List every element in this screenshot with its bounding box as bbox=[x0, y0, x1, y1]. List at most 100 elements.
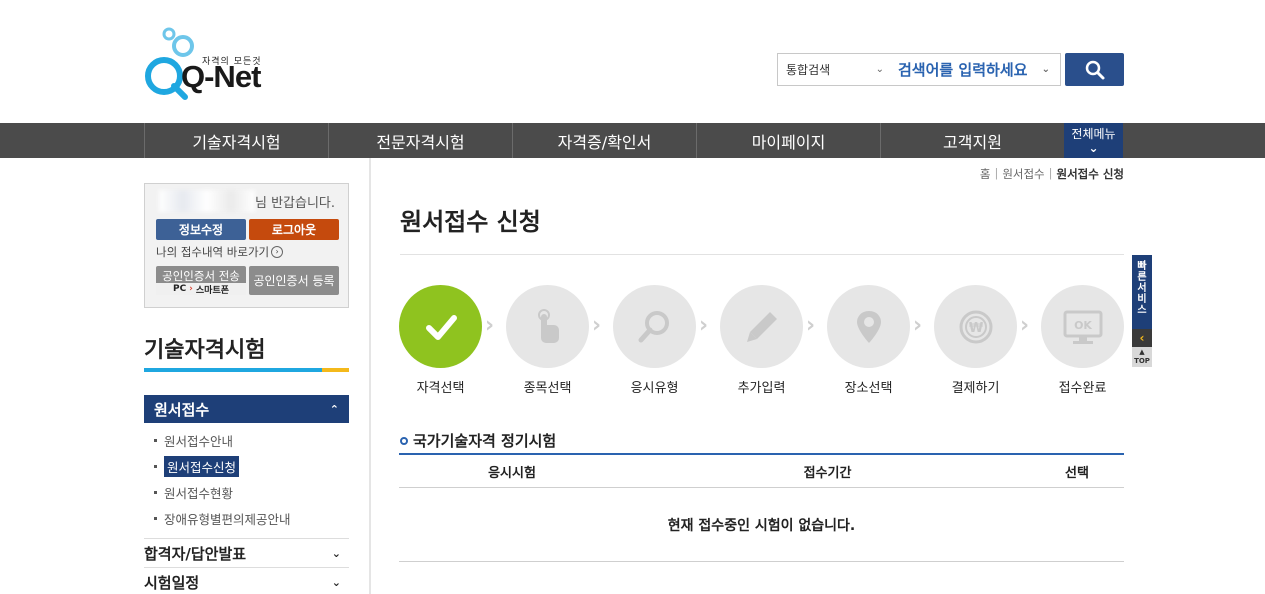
chevron-right-icon: › bbox=[913, 313, 923, 338]
nav-item-certificate[interactable]: 자격증/확인서 bbox=[512, 123, 696, 158]
bullet-icon bbox=[154, 439, 157, 442]
section-underline bbox=[144, 368, 349, 372]
scroll-top-button[interactable]: ▲ TOP bbox=[1132, 347, 1152, 367]
breadcrumb-home[interactable]: 홈 bbox=[980, 166, 991, 182]
sidebar-subitem-status[interactable]: 원서접수현황 bbox=[154, 483, 233, 502]
breadcrumb: 홈 | 원서접수 | 원서접수 신청 bbox=[980, 166, 1124, 182]
breadcrumb-application[interactable]: 원서접수 bbox=[1002, 166, 1044, 182]
site-header: 자격의 모든것 Q-Net 통합검색 ⌄ 검색어를 입력하세요 ⌄ bbox=[0, 0, 1265, 123]
nav-item-support[interactable]: 고객지원 bbox=[880, 123, 1064, 158]
chevron-right-circle-icon: › bbox=[271, 246, 284, 258]
location-pin-icon bbox=[856, 310, 881, 343]
step-payment: ₩ 결제하기 bbox=[934, 285, 1017, 396]
chevron-right-icon: › bbox=[592, 313, 602, 338]
chevron-down-icon: ⌄ bbox=[1041, 64, 1050, 75]
sidebar-subitem-label: 장애유형별편의제공안내 bbox=[164, 512, 291, 527]
step-qualification: 자격선택 bbox=[399, 285, 482, 396]
sidebar-subitem-label: 원서접수현황 bbox=[164, 486, 234, 501]
svg-text:OK: OK bbox=[1074, 319, 1092, 332]
step-complete: OK 접수완료 bbox=[1041, 285, 1124, 396]
nav-item-pro-exam[interactable]: 전문자격시험 bbox=[328, 123, 512, 158]
top-label: TOP bbox=[1134, 357, 1150, 365]
left-panel: 님 반갑습니다. 정보수정 로그아웃 나의 접수내역 바로가기 › 공인인증서 … bbox=[0, 158, 371, 594]
column-header-period: 접수기간 bbox=[803, 465, 852, 481]
redacted-username bbox=[159, 190, 255, 212]
cert-send-button[interactable]: 공인인증서 전송 PC › 스마트폰 bbox=[156, 266, 246, 296]
check-icon bbox=[425, 314, 457, 340]
sidebar-subitem-label: 원서접수안내 bbox=[164, 434, 234, 449]
step-label: 종목선택 bbox=[523, 381, 572, 396]
hand-pointer-icon bbox=[537, 308, 559, 343]
won-coin-icon: ₩ bbox=[959, 310, 992, 343]
edit-info-button[interactable]: 정보수정 bbox=[156, 219, 246, 240]
breadcrumb-separator: | bbox=[1048, 166, 1053, 180]
progress-steps: 자격선택 › 종목선택 › 응시유형 › 추가입력 › 장소선택 › ₩ 결제하… bbox=[399, 285, 1124, 396]
logo-brand: Q-Net bbox=[181, 59, 261, 94]
my-history-label: 나의 접수내역 바로가기 bbox=[156, 245, 270, 259]
table-header-row: 응시시험 접수기간 선택 bbox=[399, 453, 1124, 488]
bullet-icon bbox=[154, 491, 157, 494]
step-label: 응시유형 bbox=[630, 381, 679, 396]
search-button[interactable] bbox=[1065, 53, 1124, 86]
my-history-link[interactable]: 나의 접수내역 바로가기 › bbox=[156, 244, 284, 260]
search-category-select[interactable]: 통합검색 ⌄ bbox=[778, 54, 892, 85]
magnifier-icon bbox=[638, 310, 669, 342]
table-empty-message: 현재 접수중인 시험이 없습니다. bbox=[399, 488, 1124, 562]
arrow-right-icon: › bbox=[189, 284, 193, 294]
step-label: 결제하기 bbox=[951, 381, 1000, 396]
sidebar-group-schedule[interactable]: 시험일정 ⌄ bbox=[144, 567, 349, 594]
svg-text:₩: ₩ bbox=[968, 321, 983, 336]
nav-item-mypage[interactable]: 마이페이지 bbox=[696, 123, 880, 158]
bullet-icon bbox=[400, 436, 408, 445]
monitor-ok-icon: OK bbox=[1063, 310, 1102, 344]
cert-send-sub: PC › 스마트폰 bbox=[156, 283, 246, 296]
all-menu-button[interactable]: 전체메뉴 ⌄ bbox=[1064, 123, 1123, 158]
sidebar-menu-application[interactable]: 원서접수 ⌃ bbox=[144, 395, 349, 423]
logout-button[interactable]: 로그아웃 bbox=[249, 219, 339, 240]
search-keyword-select[interactable]: 검색어를 입력하세요 ⌄ bbox=[892, 59, 1060, 80]
breadcrumb-separator: | bbox=[994, 166, 999, 180]
chevron-down-icon: ⌄ bbox=[1088, 140, 1099, 155]
bullet-icon bbox=[154, 517, 157, 520]
sidebar-group-label: 시험일정 bbox=[144, 573, 200, 592]
page-title: 원서접수 신청 bbox=[400, 208, 541, 236]
step-label: 장소선택 bbox=[844, 381, 893, 396]
sidebar-subitem-apply[interactable]: 원서접수신청 bbox=[154, 456, 240, 477]
bullet-icon bbox=[154, 465, 157, 468]
sidebar-group-results[interactable]: 합격자/답안발표 ⌄ bbox=[144, 538, 349, 567]
quick-service-label: 빠른서비스 bbox=[1137, 261, 1147, 316]
chevron-down-icon: ⌄ bbox=[331, 575, 341, 589]
step-label: 접수완료 bbox=[1058, 381, 1107, 396]
column-header-select: 선택 bbox=[1065, 465, 1089, 481]
sidebar-subitem-accessibility[interactable]: 장애유형별편의제공안내 bbox=[154, 509, 291, 528]
search-category-label: 통합검색 bbox=[786, 63, 831, 77]
sidebar-subitem-guide[interactable]: 원서접수안내 bbox=[154, 431, 233, 450]
step-subject: 종목선택 bbox=[506, 285, 589, 396]
main-nav: 기술자격시험 전문자격시험 자격증/확인서 마이페이지 고객지원 전체메뉴 ⌄ bbox=[0, 123, 1265, 158]
greeting-text: 님 반갑습니다. bbox=[255, 196, 336, 211]
step-extra-input: 추가입력 bbox=[720, 285, 803, 396]
chevron-left-icon[interactable]: ‹ bbox=[1132, 329, 1152, 347]
chevron-right-icon: › bbox=[806, 313, 816, 338]
divider bbox=[400, 254, 1124, 255]
qnet-logo[interactable]: 자격의 모든것 Q-Net bbox=[143, 26, 263, 100]
sidebar-menu-label: 원서접수 bbox=[154, 400, 210, 419]
quick-service-panel: 빠른서비스 ‹ ▲ TOP bbox=[1132, 255, 1152, 367]
search-keyword-label: 검색어를 입력하세요 bbox=[898, 61, 1028, 79]
chevron-right-icon: › bbox=[1020, 313, 1030, 338]
quick-service-button[interactable]: 빠른서비스 bbox=[1132, 255, 1152, 329]
chevron-down-icon: ⌄ bbox=[875, 64, 884, 75]
table-title: 국가기술자격 정기시험 bbox=[400, 430, 556, 451]
column-header-exam: 응시시험 bbox=[488, 465, 536, 481]
all-menu-label: 전체메뉴 bbox=[1071, 126, 1116, 141]
exam-table: 응시시험 접수기간 선택 현재 접수중인 시험이 없습니다. bbox=[399, 453, 1124, 562]
page: 자격의 모든것 Q-Net 통합검색 ⌄ 검색어를 입력하세요 ⌄ 기술자격시험… bbox=[0, 0, 1265, 594]
step-exam-type: 응시유형 bbox=[613, 285, 696, 396]
login-box: 님 반갑습니다. 정보수정 로그아웃 나의 접수내역 바로가기 › 공인인증서 … bbox=[144, 183, 349, 308]
chevron-right-icon: › bbox=[485, 313, 495, 338]
cert-send-pc: PC bbox=[172, 284, 187, 294]
sidebar-section-title: 기술자격시험 bbox=[144, 338, 266, 363]
sidebar-subitem-label: 원서접수신청 bbox=[164, 456, 240, 477]
nav-item-tech-exam[interactable]: 기술자격시험 bbox=[144, 123, 328, 158]
cert-register-button[interactable]: 공인인증서 등록 bbox=[249, 266, 339, 295]
